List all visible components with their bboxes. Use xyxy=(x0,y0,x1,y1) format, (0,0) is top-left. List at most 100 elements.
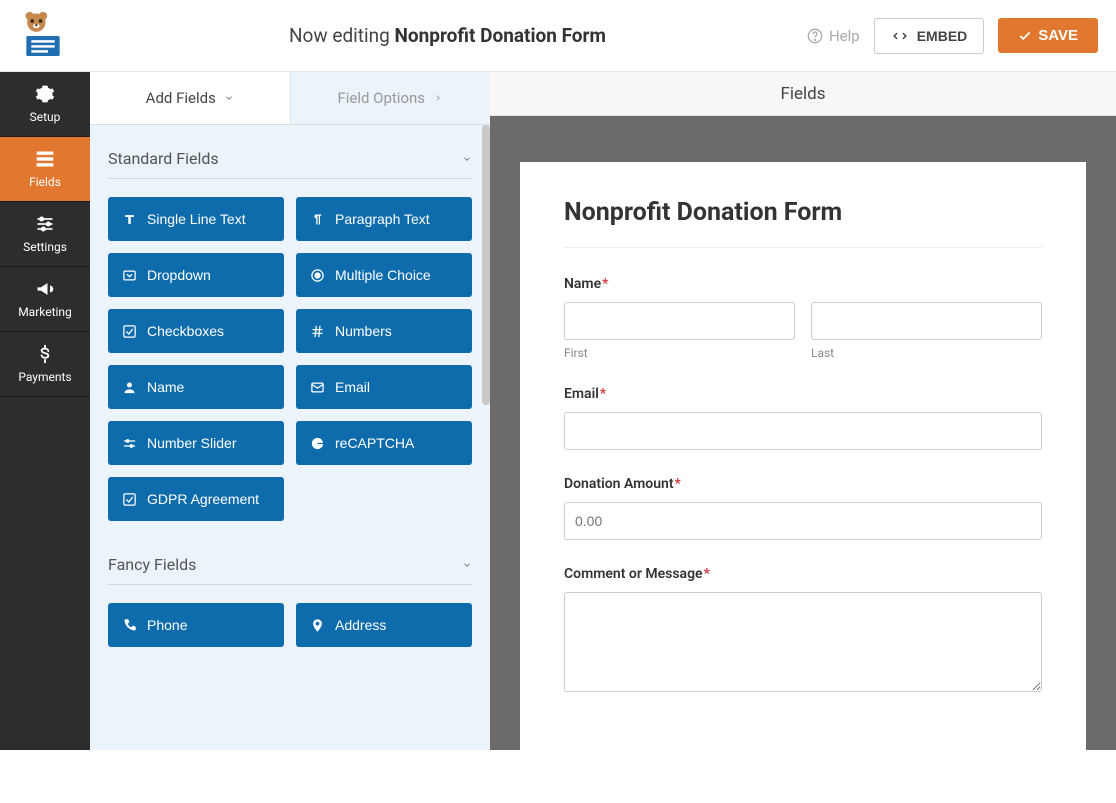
required-mark: * xyxy=(704,566,710,582)
text-icon xyxy=(122,212,137,227)
field-paragraph-text[interactable]: Paragraph Text xyxy=(296,197,472,241)
group-label: Standard Fields xyxy=(108,149,219,168)
preview-stage: Nonprofit Donation Form Name* First Last xyxy=(490,116,1116,750)
last-sublabel: Last xyxy=(811,346,1042,360)
field-donation-preview[interactable]: Donation Amount* xyxy=(564,476,1042,540)
sliders-icon xyxy=(34,214,56,234)
check-icon xyxy=(1018,29,1032,43)
field-name[interactable]: Name xyxy=(108,365,284,409)
save-button[interactable]: SAVE xyxy=(998,18,1098,53)
field-label: Email xyxy=(335,379,370,395)
checkbox-icon xyxy=(122,492,137,507)
sidebar-item-setup[interactable]: Setup xyxy=(0,72,90,137)
list-icon xyxy=(34,149,56,169)
field-label: Paragraph Text xyxy=(335,211,430,227)
field-phone[interactable]: Phone xyxy=(108,603,284,647)
hash-icon xyxy=(310,324,325,339)
form-preview[interactable]: Nonprofit Donation Form Name* First Last xyxy=(520,162,1086,750)
donation-label: Donation Amount xyxy=(564,476,674,492)
person-icon xyxy=(122,380,137,395)
field-label: Phone xyxy=(147,617,187,633)
group-fancy-fields[interactable]: Fancy Fields xyxy=(108,555,472,585)
sidebar-item-fields[interactable]: Fields xyxy=(0,137,90,202)
first-sublabel: First xyxy=(564,346,795,360)
chevron-down-icon xyxy=(224,93,234,103)
form-title: Nonprofit Donation Form xyxy=(564,198,1042,227)
sidebar-item-label: Payments xyxy=(18,370,71,384)
sidebar-item-marketing[interactable]: Marketing xyxy=(0,267,90,332)
checkbox-icon xyxy=(122,324,137,339)
field-numbers[interactable]: Numbers xyxy=(296,309,472,353)
dollar-icon xyxy=(34,344,56,364)
embed-label: EMBED xyxy=(917,28,968,44)
comment-textarea[interactable] xyxy=(564,592,1042,692)
sidebar-item-settings[interactable]: Settings xyxy=(0,202,90,267)
sidebar: Setup Fields Settings Marketing Payments xyxy=(0,72,90,750)
field-gdpr-agreement[interactable]: GDPR Agreement xyxy=(108,477,284,521)
sidebar-item-payments[interactable]: Payments xyxy=(0,332,90,397)
field-label: Multiple Choice xyxy=(335,267,431,283)
field-address[interactable]: Address xyxy=(296,603,472,647)
tab-label: Field Options xyxy=(337,89,425,107)
code-icon xyxy=(891,29,909,43)
gear-icon xyxy=(34,84,56,104)
field-checkboxes[interactable]: Checkboxes xyxy=(108,309,284,353)
editing-prefix: Now editing xyxy=(289,24,390,47)
field-dropdown[interactable]: Dropdown xyxy=(108,253,284,297)
field-label: Numbers xyxy=(335,323,392,339)
email-input[interactable] xyxy=(564,412,1042,450)
sidebar-item-label: Marketing xyxy=(18,305,72,319)
save-label: SAVE xyxy=(1038,27,1078,44)
first-name-input[interactable] xyxy=(564,302,795,340)
field-number-slider[interactable]: Number Slider xyxy=(108,421,284,465)
field-name-preview[interactable]: Name* First Last xyxy=(564,276,1042,360)
field-label: reCAPTCHA xyxy=(335,435,414,451)
form-name: Nonprofit Donation Form xyxy=(395,24,606,47)
tab-field-options[interactable]: Field Options xyxy=(291,72,491,124)
field-comment-preview[interactable]: Comment or Message* xyxy=(564,566,1042,696)
google-icon xyxy=(310,436,325,451)
scrollbar[interactable] xyxy=(480,125,490,803)
slider-icon xyxy=(122,436,137,451)
field-email[interactable]: Email xyxy=(296,365,472,409)
embed-button[interactable]: EMBED xyxy=(874,18,985,54)
app-logo xyxy=(18,11,88,61)
field-label: Checkboxes xyxy=(147,323,224,339)
divider xyxy=(564,247,1042,248)
help-link[interactable]: Help xyxy=(807,27,860,45)
tab-add-fields[interactable]: Add Fields xyxy=(90,72,291,124)
group-label: Fancy Fields xyxy=(108,555,196,574)
field-recaptcha[interactable]: reCAPTCHA xyxy=(296,421,472,465)
required-mark: * xyxy=(602,276,608,292)
email-label: Email xyxy=(564,386,599,402)
pin-icon xyxy=(310,618,325,633)
donation-input[interactable] xyxy=(564,502,1042,540)
chevron-down-icon xyxy=(462,154,472,164)
comment-label: Comment or Message xyxy=(564,566,703,582)
sidebar-item-label: Fields xyxy=(29,175,61,189)
phone-icon xyxy=(122,618,137,633)
field-label: Single Line Text xyxy=(147,211,246,227)
bullhorn-icon xyxy=(34,279,56,299)
radio-icon xyxy=(310,268,325,283)
field-label: Dropdown xyxy=(147,267,211,283)
tab-label: Add Fields xyxy=(146,89,216,107)
chevron-down-icon xyxy=(462,560,472,570)
field-multiple-choice[interactable]: Multiple Choice xyxy=(296,253,472,297)
sidebar-item-label: Settings xyxy=(23,240,67,254)
preview-header: Fields xyxy=(490,72,1116,116)
field-label: Number Slider xyxy=(147,435,236,451)
group-standard-fields[interactable]: Standard Fields xyxy=(108,149,472,179)
field-label: Name xyxy=(147,379,184,395)
dropdown-icon xyxy=(122,268,137,283)
field-email-preview[interactable]: Email* xyxy=(564,386,1042,450)
field-label: Address xyxy=(335,617,386,633)
chevron-right-icon xyxy=(433,93,443,103)
last-name-input[interactable] xyxy=(811,302,1042,340)
required-mark: * xyxy=(600,386,606,402)
paragraph-icon xyxy=(310,212,325,227)
required-mark: * xyxy=(675,476,681,492)
field-single-line-text[interactable]: Single Line Text xyxy=(108,197,284,241)
mail-icon xyxy=(310,380,325,395)
name-label: Name xyxy=(564,276,601,292)
